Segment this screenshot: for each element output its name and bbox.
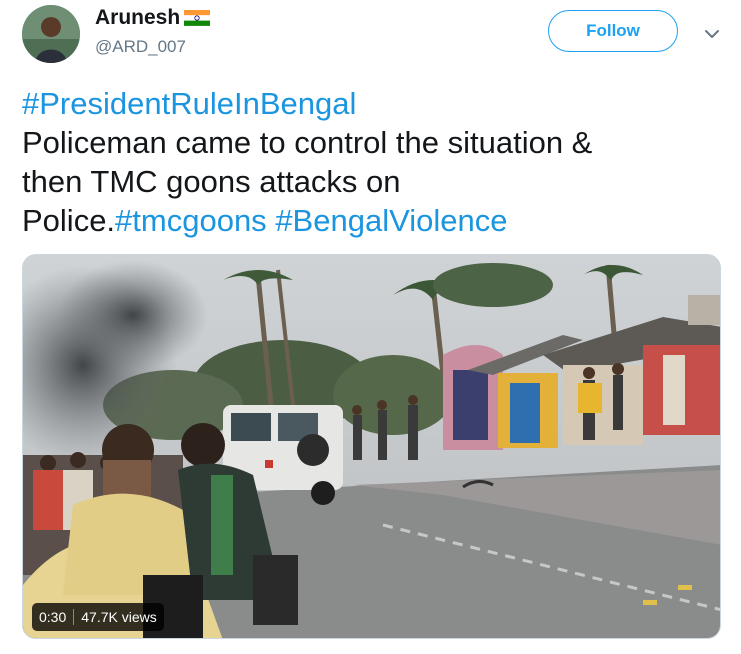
hashtag-president-rule-link[interactable]: #PresidentRuleInBengal — [22, 84, 722, 123]
video-thumbnail — [23, 255, 720, 638]
user-handle[interactable]: @ARD_007 — [95, 37, 186, 57]
tweet-body-line-2: then TMC goons attacks on — [22, 164, 401, 199]
video-views: 47.7K views — [81, 609, 157, 625]
badge-divider — [73, 609, 75, 625]
display-name[interactable]: Arunesh — [95, 6, 211, 30]
hashtag-tmcgoons-link[interactable]: #tmcgoons — [115, 203, 267, 238]
chevron-down-icon[interactable] — [700, 24, 724, 44]
video-duration: 0:30 — [39, 609, 67, 625]
video-player[interactable] — [22, 254, 721, 639]
india-flag-icon — [183, 8, 211, 28]
tweet-body-line-3: Police.#tmcgoons #BengalViolence — [22, 201, 722, 240]
tweet-body-line-3-text: Police. — [22, 203, 116, 238]
tweet-text: #PresidentRuleInBengal Policeman came to… — [22, 84, 722, 240]
hashtag-bengalviolence-link[interactable]: #BengalViolence — [275, 203, 507, 238]
user-avatar-icon — [22, 5, 80, 63]
video-info-badge: 0:30 47.7K views — [32, 603, 164, 631]
tweet-body-line-1: Policeman came to control the situation … — [22, 125, 593, 160]
display-name-text: Arunesh — [95, 6, 181, 29]
tweet-card: Arunesh @ARD_007 Follow #PresidentRuleIn… — [0, 0, 741, 654]
avatar[interactable] — [22, 5, 80, 63]
follow-button[interactable]: Follow — [548, 10, 678, 52]
